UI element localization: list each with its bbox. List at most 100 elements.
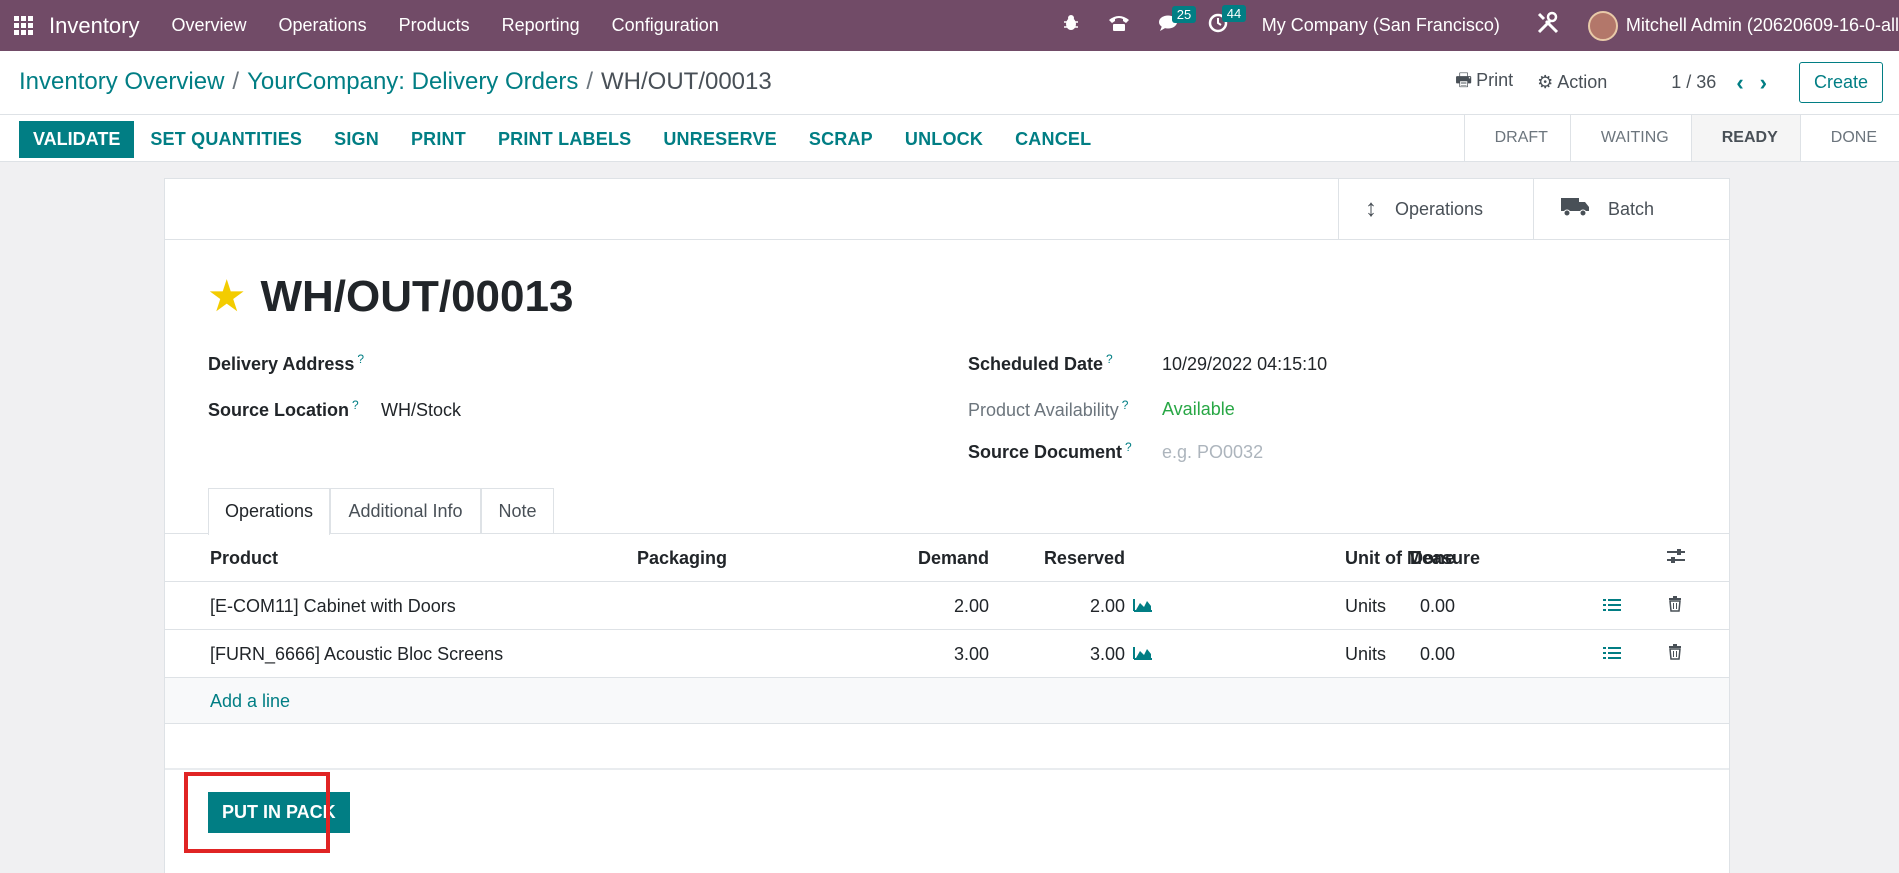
pager-next-icon[interactable]: › — [1760, 70, 1767, 96]
tab-operations[interactable]: Operations — [208, 488, 330, 535]
print-dropdown[interactable]: 🖶 Print — [1455, 68, 1513, 98]
vertical-arrows-icon: ↕ — [1365, 195, 1377, 222]
row-uom[interactable]: Units — [1345, 582, 1386, 630]
header-packaging[interactable]: Packaging — [637, 534, 727, 582]
batch-smart-label: Batch — [1608, 198, 1655, 219]
help-tooltip-icon[interactable]: ? — [352, 398, 359, 412]
scheduled-date-label: Scheduled Date? — [968, 352, 1113, 374]
detailed-operations-list-icon[interactable] — [1603, 630, 1621, 678]
sheet-footer-divider — [165, 768, 1729, 770]
top-navbar: Inventory Overview Operations Products R… — [0, 0, 1899, 51]
activities-badge: 44 — [1221, 4, 1247, 22]
operations-smart-button[interactable]: ↕ Operations — [1338, 179, 1533, 239]
help-tooltip-icon[interactable]: ? — [1106, 352, 1113, 366]
priority-star-icon[interactable]: ★ — [207, 271, 246, 322]
menu-operations[interactable]: Operations — [263, 15, 383, 36]
settings-tools-icon[interactable] — [1536, 11, 1560, 41]
product-availability-label: Product Availability? — [968, 398, 1129, 420]
stage-ready[interactable]: READY — [1690, 115, 1800, 161]
form-sheet: ↕ Operations Batch ★ WH/OUT/00013 Delive… — [164, 178, 1730, 873]
messages-icon[interactable]: 25 — [1158, 5, 1197, 38]
activities-clock-icon[interactable]: 44 — [1208, 4, 1247, 39]
cancel-button[interactable]: CANCEL — [999, 121, 1107, 158]
header-reserved[interactable]: Reserved — [995, 534, 1125, 582]
add-line-link[interactable]: Add a line — [210, 678, 290, 724]
menu-overview[interactable]: Overview — [156, 15, 263, 36]
breadcrumb-separator: / — [586, 68, 593, 95]
record-name: WH/OUT/00013 — [260, 271, 574, 321]
breadcrumb-delivery-orders[interactable]: YourCompany: Delivery Orders — [247, 68, 578, 95]
source-document-input[interactable]: e.g. PO0032 — [1162, 442, 1263, 463]
user-menu[interactable]: Mitchell Admin (20620609-16-0-all — [1626, 15, 1899, 36]
printer-icon: 🖶 — [1455, 69, 1473, 90]
debug-bug-icon[interactable] — [1062, 14, 1080, 38]
breadcrumb-current: WH/OUT/00013 — [601, 68, 772, 95]
help-tooltip-icon[interactable]: ? — [1122, 398, 1129, 412]
source-document-label: Source Document? — [968, 440, 1132, 462]
table-row[interactable]: [E-COM11] Cabinet with Doors 2.00 2.00 0… — [165, 582, 1729, 630]
row-uom[interactable]: Units — [1345, 630, 1386, 678]
header-unit-of-measure[interactable]: Unit of Measure — [1345, 534, 1480, 582]
detailed-operations-list-icon[interactable] — [1603, 582, 1621, 630]
stage-waiting[interactable]: WAITING — [1569, 115, 1691, 161]
app-name[interactable]: Inventory — [49, 13, 140, 39]
scheduled-date-value[interactable]: 10/29/2022 04:15:10 — [1162, 354, 1327, 375]
tab-note[interactable]: Note — [481, 488, 554, 534]
print-button[interactable]: PRINT — [395, 121, 482, 158]
create-button[interactable]: Create — [1798, 62, 1883, 103]
operations-smart-label: Operations — [1395, 198, 1484, 219]
optional-columns-icon[interactable] — [1666, 534, 1686, 582]
row-product[interactable]: [FURN_6666] Acoustic Bloc Screens — [210, 630, 503, 678]
row-demand[interactable]: 3.00 — [825, 630, 989, 678]
table-row[interactable]: [FURN_6666] Acoustic Bloc Screens 3.00 3… — [165, 630, 1729, 678]
notebook-tabs: Operations Additional Info Note — [165, 488, 1729, 535]
highlight-box — [184, 772, 330, 853]
truck-icon — [1560, 195, 1590, 224]
action-dropdown[interactable]: ⚙ Action — [1537, 72, 1607, 93]
delivery-address-label: Delivery Address? — [208, 352, 365, 374]
unlock-button[interactable]: UNLOCK — [889, 121, 999, 158]
company-switcher[interactable]: My Company (San Francisco) — [1262, 15, 1500, 36]
sign-button[interactable]: SIGN — [318, 121, 395, 158]
source-location-label: Source Location? — [208, 398, 359, 420]
breadcrumb-separator: / — [232, 68, 240, 95]
row-demand[interactable]: 2.00 — [825, 582, 989, 630]
apps-menu-icon[interactable] — [14, 15, 34, 36]
pager-value[interactable]: 1 / 36 — [1671, 72, 1716, 93]
menu-reporting[interactable]: Reporting — [486, 15, 596, 36]
print-labels-button[interactable]: PRINT LABELS — [482, 121, 647, 158]
row-reserved: 3.00 — [1089, 644, 1125, 664]
action-label: Action — [1557, 72, 1608, 92]
pager-previous-icon[interactable]: ‹ — [1736, 70, 1743, 96]
product-availability-value: Available — [1162, 399, 1235, 419]
trash-icon[interactable] — [1668, 582, 1682, 630]
tab-additional-info[interactable]: Additional Info — [330, 488, 481, 534]
forecast-chart-icon[interactable] — [1133, 582, 1153, 630]
unreserve-button[interactable]: UNRESERVE — [647, 121, 793, 158]
messages-badge: 25 — [1171, 5, 1197, 23]
add-line-row: Add a line — [165, 678, 1729, 724]
trash-icon[interactable] — [1668, 630, 1682, 678]
row-product[interactable]: [E-COM11] Cabinet with Doors — [210, 582, 456, 630]
user-avatar[interactable] — [1587, 10, 1618, 41]
scrap-button[interactable]: SCRAP — [793, 121, 889, 158]
set-quantities-button[interactable]: SET QUANTITIES — [134, 121, 318, 158]
forecast-chart-icon[interactable] — [1133, 630, 1153, 678]
row-reserved: 2.00 — [1089, 596, 1125, 616]
validate-button[interactable]: VALIDATE — [19, 121, 135, 158]
header-demand[interactable]: Demand — [825, 534, 989, 582]
header-product[interactable]: Product — [210, 534, 278, 582]
help-tooltip-icon[interactable]: ? — [357, 352, 364, 366]
source-location-value[interactable]: WH/Stock — [381, 400, 461, 421]
breadcrumb-inventory-overview[interactable]: Inventory Overview — [19, 68, 224, 95]
stage-draft[interactable]: DRAFT — [1463, 115, 1570, 161]
help-tooltip-icon[interactable]: ? — [1125, 440, 1132, 454]
menu-configuration[interactable]: Configuration — [596, 15, 735, 36]
stage-done[interactable]: DONE — [1799, 115, 1899, 161]
menu-products[interactable]: Products — [383, 15, 486, 36]
batch-smart-button[interactable]: Batch — [1533, 179, 1728, 239]
smart-button-box: ↕ Operations Batch — [165, 179, 1729, 240]
move-lines-table: Product Packaging Demand Reserved Done U… — [165, 534, 1729, 724]
breadcrumb: Inventory Overview / YourCompany: Delivery… — [19, 68, 772, 96]
phone-icon[interactable] — [1108, 14, 1130, 38]
